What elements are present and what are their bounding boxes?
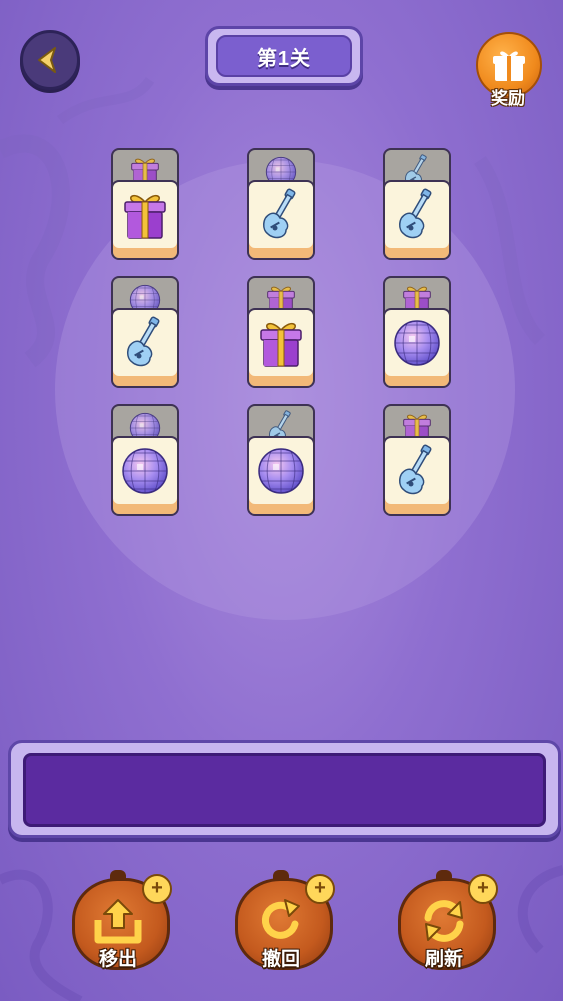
guitar-icon bbox=[256, 188, 306, 242]
tile-guitar[interactable] bbox=[383, 436, 451, 516]
add-icon: + bbox=[142, 874, 172, 904]
guitar-icon bbox=[392, 444, 442, 498]
tile-stack bbox=[111, 148, 179, 260]
reward-button[interactable]: 奖励 bbox=[474, 32, 542, 108]
gift-box-icon bbox=[256, 316, 306, 370]
guitar-icon bbox=[120, 316, 170, 370]
tile-stack bbox=[383, 276, 451, 388]
tile-stack bbox=[247, 404, 315, 516]
tile-stack bbox=[247, 148, 315, 260]
level-title: 第1关 bbox=[216, 35, 352, 77]
undo-button[interactable]: + 撤回 bbox=[231, 870, 335, 974]
tile-gift-box[interactable] bbox=[111, 180, 179, 260]
disco-ball-icon bbox=[120, 444, 170, 498]
tile-stack bbox=[383, 404, 451, 516]
tile-guitar[interactable] bbox=[111, 308, 179, 388]
tile-guitar[interactable] bbox=[383, 180, 451, 260]
move-out-label: 移出 bbox=[98, 949, 137, 970]
gift-box-icon bbox=[120, 188, 170, 242]
add-icon: + bbox=[305, 874, 335, 904]
refresh-button[interactable]: + 刷新 bbox=[394, 870, 498, 974]
undo-icon bbox=[261, 899, 300, 939]
refresh-label: 刷新 bbox=[424, 949, 463, 970]
tile-gift-box[interactable] bbox=[247, 308, 315, 388]
refresh-icon bbox=[424, 900, 464, 942]
undo-label: 撤回 bbox=[261, 949, 300, 970]
tile-disco-ball[interactable] bbox=[247, 436, 315, 516]
tile-stack bbox=[111, 276, 179, 388]
level-banner: 第1关 bbox=[205, 26, 363, 86]
guitar-icon bbox=[392, 188, 442, 242]
move-out-icon bbox=[94, 899, 142, 944]
slot-tray bbox=[23, 753, 546, 827]
disco-ball-icon bbox=[392, 316, 442, 370]
tile-stack bbox=[383, 148, 451, 260]
reward-label: 奖励 bbox=[491, 89, 525, 108]
back-button[interactable] bbox=[20, 30, 80, 90]
tile-disco-ball[interactable] bbox=[383, 308, 451, 388]
slot-bar bbox=[8, 740, 561, 838]
add-icon: + bbox=[468, 874, 498, 904]
tile-guitar[interactable] bbox=[247, 180, 315, 260]
back-arrow-icon bbox=[38, 47, 56, 73]
tile-stack bbox=[111, 404, 179, 516]
tile-stack bbox=[247, 276, 315, 388]
tile-disco-ball[interactable] bbox=[111, 436, 179, 516]
disco-ball-icon bbox=[256, 444, 306, 498]
move-out-button[interactable]: + 移出 bbox=[68, 870, 172, 974]
